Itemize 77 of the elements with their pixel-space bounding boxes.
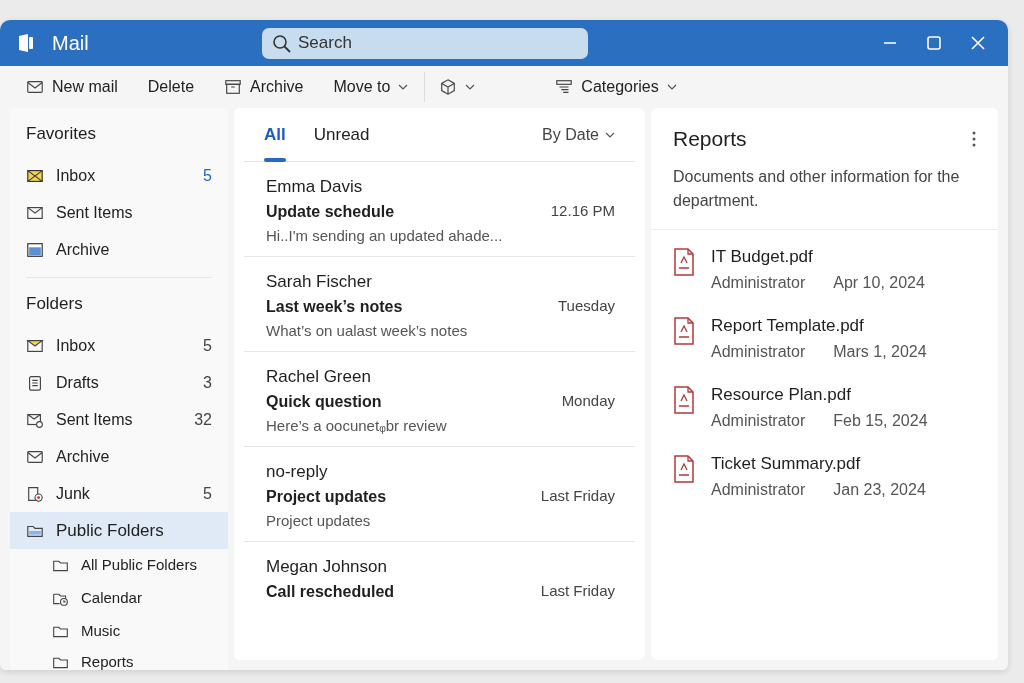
- file-author: Administrator: [711, 342, 806, 363]
- window-title: Mail: [52, 31, 90, 56]
- folder-item[interactable]: Sent Items: [10, 194, 228, 232]
- junk-icon: [26, 484, 44, 503]
- categories-icon: [555, 78, 574, 96]
- maximize-icon: [925, 34, 943, 52]
- pdf-file-icon: [673, 248, 695, 277]
- minimize-icon: [884, 42, 896, 44]
- message-preview: Here’s a oocunetᵩbr review: [266, 416, 448, 436]
- file-author: Administrator: [711, 411, 806, 432]
- sender-name: Emma Davis: [266, 176, 364, 198]
- file-date: Mars 1, 2024: [833, 342, 927, 363]
- folder-item[interactable]: Junk 5: [10, 475, 228, 512]
- message-preview: Hi..I'm sending an updated ahade...: [266, 226, 504, 246]
- folder-description: Documents and other information for the department.: [673, 167, 961, 212]
- folder-item[interactable]: Drafts 3: [10, 364, 228, 401]
- message-time: Last Friday: [540, 486, 615, 507]
- sender-name: Megan Johnson: [266, 556, 388, 578]
- folder-item[interactable]: Public Folders: [10, 512, 228, 549]
- file-name: Resource Plan.pdf: [711, 384, 852, 407]
- folder-item[interactable]: All Public Folders: [10, 549, 228, 582]
- file-date: Apr 10, 2024: [833, 273, 925, 294]
- mail-icon: [26, 78, 44, 96]
- folder-item[interactable]: Archive: [10, 231, 228, 269]
- file-author: Administrator: [711, 480, 806, 501]
- folder-item[interactable]: Reports: [10, 648, 228, 670]
- tab[interactable]: Unread: [313, 107, 370, 162]
- message-preview: What’s on ualast week’s notes: [266, 321, 469, 341]
- message-subject: Project updates: [266, 487, 387, 507]
- more-icon: [972, 131, 976, 148]
- message-time: 12.16 PM: [550, 201, 615, 222]
- message-subject: Last week’s notes: [266, 297, 403, 317]
- message-time: Last Friday: [540, 581, 615, 602]
- message-preview: Project updates: [266, 511, 372, 531]
- chevron-down-icon: [605, 131, 615, 138]
- folder-item[interactable]: Archive: [10, 438, 228, 475]
- file-date: Feb 15, 2024: [833, 411, 928, 432]
- folder-item[interactable]: Calendar: [10, 582, 228, 615]
- sender-name: Rachel Green: [266, 366, 372, 388]
- folder-item[interactable]: Music: [10, 615, 228, 648]
- envelope-icon: [26, 167, 44, 185]
- clipboard-icon: [26, 373, 44, 392]
- sort-dropdown[interactable]: By Date: [542, 122, 615, 147]
- toolbar-button[interactable]: New mail: [18, 71, 126, 103]
- app-logo-icon: [16, 33, 34, 53]
- section-heading: Favorites: [25, 123, 97, 145]
- message-subject: Update schedule: [266, 202, 395, 222]
- file-name: Ticket Summary.pdf: [711, 453, 862, 476]
- folder-item[interactable]: Inbox 5: [10, 327, 228, 364]
- message-subject: Quick question: [266, 392, 382, 412]
- message-subject: Call rescheduled: [266, 582, 395, 602]
- dropdown-button[interactable]: Categories: [547, 71, 685, 103]
- folder-item[interactable]: Sent Items 32: [10, 401, 228, 438]
- folder-item[interactable]: Inbox 5: [10, 157, 228, 195]
- dropdown-button[interactable]: Move to: [325, 71, 417, 103]
- envelope-icon: [26, 204, 44, 222]
- close-icon: [969, 34, 987, 52]
- file-author: Administrator: [711, 273, 806, 294]
- message-time: Tuesday: [558, 296, 615, 317]
- file-date: Jan 23, 2024: [833, 480, 926, 501]
- cube-icon: [439, 78, 458, 96]
- file-name: IT Budget.pdf: [711, 246, 814, 269]
- archive-icon: [26, 241, 44, 259]
- sender-name: no-reply: [266, 461, 329, 483]
- folder-title: Reports: [673, 126, 747, 152]
- archive-box-icon: [224, 78, 243, 96]
- search-field[interactable]: Search: [262, 27, 588, 59]
- section-heading: Folders: [25, 292, 84, 315]
- file-name: Report Template.pdf: [711, 315, 865, 338]
- toolbar-button[interactable]: Delete: [139, 71, 203, 103]
- pdf-file-icon: [673, 455, 695, 484]
- pdf-file-icon: [673, 386, 695, 415]
- message-time: Monday: [561, 391, 615, 412]
- tab[interactable]: All: [264, 107, 286, 162]
- sender-name: Sarah Fischer: [266, 271, 373, 293]
- pdf-file-icon: [673, 317, 695, 346]
- toolbar-button[interactable]: Archive: [216, 71, 312, 103]
